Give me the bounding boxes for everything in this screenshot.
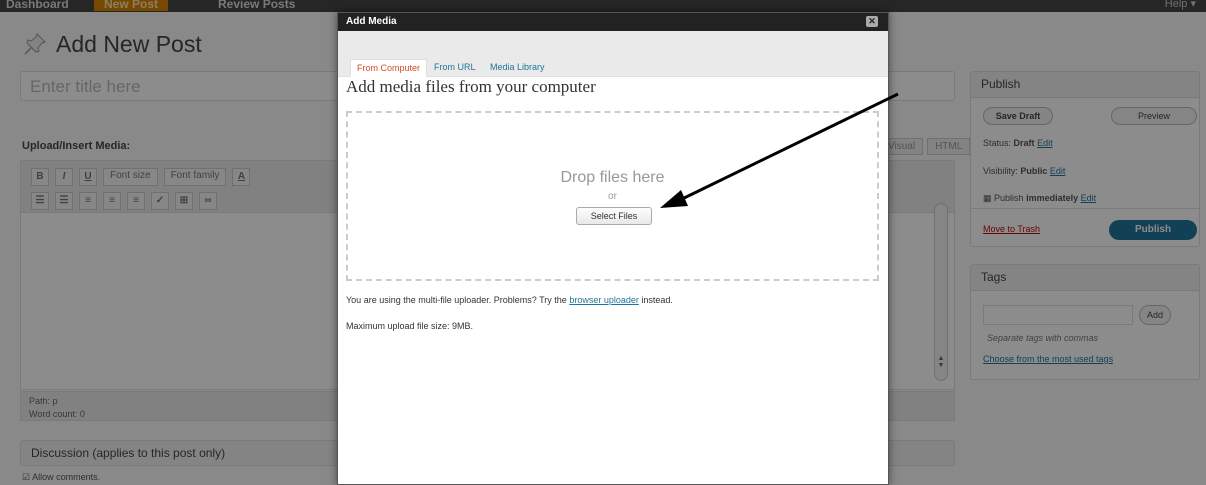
media-tabs: From Computer From URL Media Library xyxy=(338,31,888,77)
dialog-titlebar: Add Media ✕ xyxy=(338,13,888,31)
add-media-dialog: Add Media ✕ From Computer From URL Media… xyxy=(337,12,889,485)
tab-from-computer[interactable]: From Computer xyxy=(350,59,428,77)
drop-zone[interactable]: Drop files here or Select Files xyxy=(346,111,879,281)
browser-uploader-link[interactable]: browser uploader xyxy=(569,295,639,305)
media-heading: Add media files from your computer xyxy=(346,77,596,96)
tab-media-library[interactable]: Media Library xyxy=(484,59,551,77)
select-files-button[interactable]: Select Files xyxy=(576,207,652,225)
or-text: or xyxy=(608,191,617,202)
drop-files-text: Drop files here xyxy=(560,169,665,186)
tab-from-url[interactable]: From URL xyxy=(428,59,482,77)
close-icon[interactable]: ✕ xyxy=(866,16,878,27)
uploader-info: You are using the multi-file uploader. P… xyxy=(346,295,673,305)
max-upload-size: Maximum upload file size: 9MB. xyxy=(346,321,474,331)
dialog-title: Add Media xyxy=(346,16,397,27)
